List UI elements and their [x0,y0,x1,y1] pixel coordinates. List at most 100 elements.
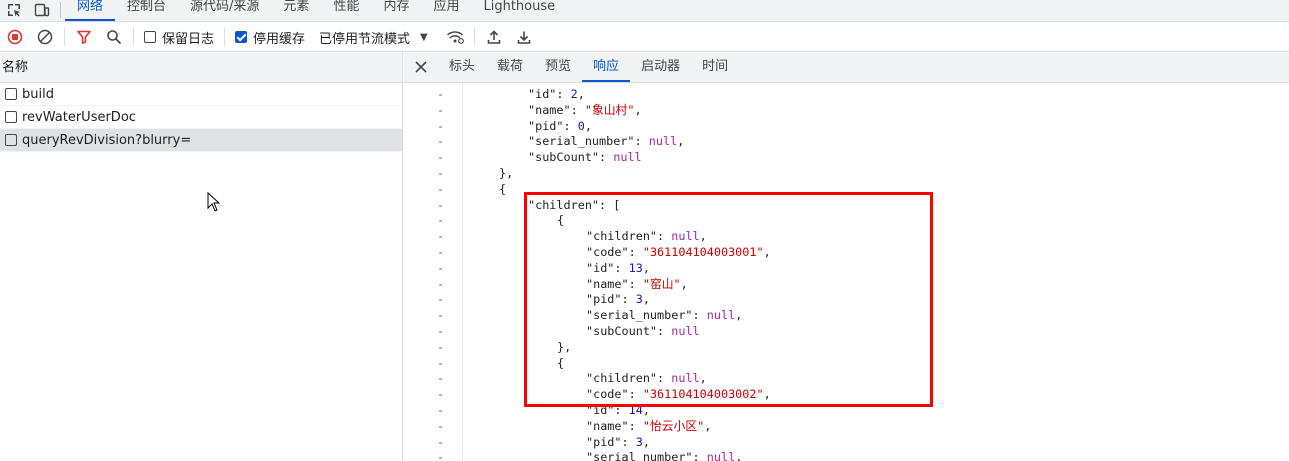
code-text: "serial_number": null, [586,450,743,461]
detail-tab[interactable]: 时间 [691,52,739,82]
gutter-marker: - [437,134,445,149]
gutter-marker: - [437,434,445,449]
mouse-cursor-icon [207,192,221,212]
code-line: - "name": "怡云小区", [404,418,1289,434]
devtools-tab[interactable]: 网络 [65,0,116,21]
request-list: build revWaterUserDoc queryRevDivision?blu… [0,83,402,152]
gutter-marker: - [437,418,445,433]
export-har-icon[interactable] [509,23,539,51]
detail-tabbar: 标头 载荷 预览 响应 启动器 时间 [404,53,1289,83]
detail-tab[interactable]: 启动器 [630,52,691,82]
code-line: - "serial_number": null, [404,133,1289,149]
request-row[interactable]: build [0,83,402,106]
search-icon[interactable] [99,23,129,51]
gutter-marker: - [437,371,445,386]
code-text: { [499,181,507,196]
devtools-tab[interactable]: 应用 [421,0,471,21]
gutter-marker: - [437,213,445,228]
toolbar-divider [133,28,134,46]
gutter-marker: - [437,181,445,196]
gutter-marker: - [437,276,445,291]
request-name: build [22,86,54,102]
filter-icon[interactable] [69,23,99,51]
code-text: "subCount": null [528,150,642,165]
code-text: "id": 2, [528,87,585,101]
preserve-log-label: 保留日志 [162,31,215,47]
toolbar-divider [64,28,65,46]
gutter-marker: - [437,245,445,259]
code-text: "serial_number": null, [528,134,685,149]
gutter-marker: - [437,229,445,244]
toolbar-divider [473,28,475,46]
code-text: "pid": 0, [528,118,592,133]
detail-tab[interactable]: 响应 [582,52,631,82]
gutter-marker: - [437,292,445,307]
request-detail-panel: 标头 载荷 预览 响应 启动器 时间 - "id": 2, - "name": "象山村", - "… [404,53,1289,461]
devtools-tab[interactable]: Lighthouse [471,0,567,21]
devtools-tab[interactable]: 内存 [371,0,421,21]
close-icon[interactable] [404,52,438,82]
detail-tab[interactable]: 标头 [438,52,486,82]
detail-tab[interactable]: 预览 [534,52,582,82]
disable-cache-box[interactable] [235,31,248,43]
request-row[interactable]: revWaterUserDoc [0,106,402,129]
gutter-marker: - [437,339,445,354]
request-name: revWaterUserDoc [22,109,136,125]
devtools-tab-list: 网络 控制台 源代码/来源 元素 性能 内存 应用 Lighthouse [65,0,567,21]
highlight-box [524,192,933,407]
gutter-marker: - [437,450,445,461]
devtools-tabbar: 网络 控制台 源代码/来源 元素 性能 内存 应用 Lighthouse [0,0,1289,22]
disable-cache-checkbox[interactable]: 停用缓存 [235,28,305,47]
disable-cache-label: 停用缓存 [253,31,306,47]
gutter-marker: - [437,387,445,402]
code-line: -}, [404,165,1289,181]
devtools-tab[interactable]: 控制台 [115,0,178,21]
gutter-marker: - [437,324,445,338]
devtools-tab[interactable]: 性能 [321,0,371,21]
code-line: - "id": 2, [404,86,1289,102]
gutter-marker: - [437,197,445,212]
code-line: - "pid": 0, [404,118,1289,134]
request-row[interactable]: queryRevDivision?blurry= [0,129,402,152]
gutter-marker: - [437,118,445,133]
clear-icon[interactable] [30,23,60,51]
gutter-marker: - [437,102,445,117]
gutter-marker: - [437,355,445,370]
gutter-marker: - [437,87,445,101]
network-toolbar: 保留日志 停用缓存 已停用节流模式 ▼ [0,23,1289,52]
code-line: - "name": "象山村", [404,102,1289,118]
code-line: - "serial_number": null, [404,449,1289,461]
preserve-log-box[interactable] [144,31,156,43]
document-icon [5,134,17,146]
inspect-element-icon[interactable] [0,0,28,21]
devtools-tab[interactable]: 源代码/来源 [178,0,271,21]
gutter-marker: - [437,150,445,165]
document-icon [5,111,17,123]
device-toolbar-icon[interactable] [28,0,56,21]
code-text: "name": "怡云小区", [586,418,712,433]
request-list-panel: 名称 build revWaterUserDoc queryRevDivision?… [0,53,403,461]
tabbar-divider [60,2,61,18]
gutter-marker: - [437,308,445,323]
chevron-down-icon[interactable]: ▼ [420,32,428,43]
record-stop-icon[interactable] [0,23,30,51]
response-body[interactable]: - "id": 2, - "name": "象山村", - "pid": 0, - "seri… [404,84,1289,461]
code-line: - "pid": 3, [404,434,1289,450]
devtools-tab[interactable]: 元素 [271,0,321,21]
document-icon [5,88,17,100]
detail-tab[interactable]: 载荷 [486,52,534,82]
code-text: "pid": 3, [586,434,650,449]
import-har-icon[interactable] [479,23,509,51]
code-text: }, [499,166,514,180]
detail-tab-list: 标头 载荷 预览 响应 启动器 时间 [438,52,739,82]
code-text: "name": "象山村", [528,102,642,117]
preserve-log-checkbox[interactable]: 保留日志 [144,28,214,47]
name-column-header[interactable]: 名称 [0,53,402,83]
throttle-select[interactable]: 已停用节流模式 [319,28,410,47]
gutter-marker: - [437,166,445,180]
request-name: queryRevDivision?blurry= [22,132,192,148]
gutter-marker: - [437,403,445,417]
network-conditions-icon[interactable] [440,23,470,51]
gutter-marker: - [437,260,445,275]
toolbar-divider [224,28,226,46]
